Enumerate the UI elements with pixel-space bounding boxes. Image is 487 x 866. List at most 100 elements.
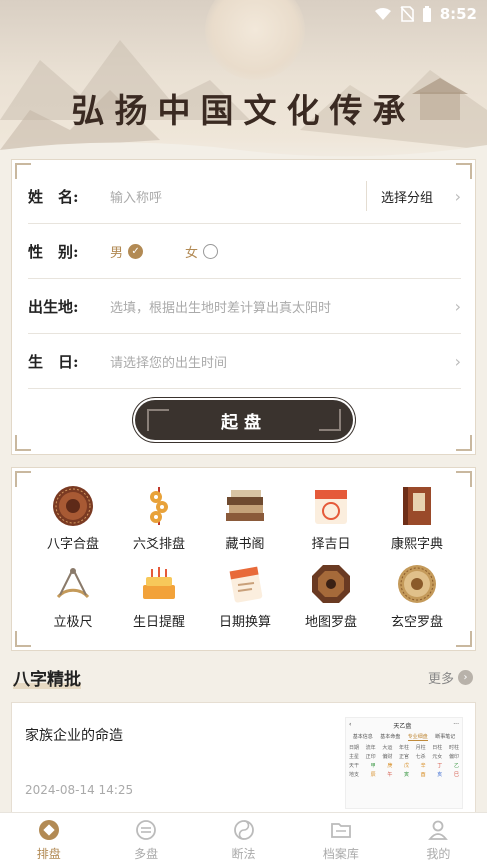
birthplace-input[interactable]: 选填，根据出生地时差计算出真太阳时: [110, 297, 447, 316]
birthplace-label: 出生地:: [28, 297, 79, 316]
tool-label: 玄空罗盘: [390, 615, 443, 630]
name-input[interactable]: 输入称呼: [110, 187, 366, 206]
thumb-cell: 甲: [370, 763, 376, 769]
thumb-cell: 主星: [349, 754, 360, 760]
thumb-cell: 偏财: [382, 754, 393, 760]
tool-birthday-reminder[interactable]: 生日提醒: [116, 562, 202, 630]
select-group-button[interactable]: 选择分组 ›: [365, 181, 461, 211]
article-thumbnail: ‹ 天乙盘 ··· 基本信息 基本命盘 专业细盘 断事笔记 日期 流年 大运 年…: [345, 717, 463, 809]
thumb-tab: 基本信息: [352, 734, 373, 740]
article-card[interactable]: 家族企业的命造 2024-08-14 14:25 ‹ 天乙盘 ··· 基本信息 …: [11, 702, 476, 822]
tool-kangxi-dictionary[interactable]: 康熙字典: [374, 484, 460, 552]
thumb-cell: 酉: [420, 772, 426, 778]
tool-label: 生日提醒: [132, 615, 185, 630]
round-compass-icon: [395, 562, 439, 606]
thumb-title: 天乙盘: [393, 723, 412, 730]
tools-card: 八字合盘 六爻排盘 藏书阁 择吉日 康熙字典 立极尺 生日提醒 日期换算 地图罗…: [11, 467, 476, 651]
tools-grid: 八字合盘 六爻排盘 藏书阁 择吉日 康熙字典 立极尺 生日提醒 日期换算 地图罗…: [30, 484, 460, 630]
thumb-cell: 日柱: [432, 745, 443, 751]
birth-info-form: 姓 名: 输入称呼 选择分组 › 性 别: 男 ✓ 女 出生地: 选填，根据出生…: [11, 159, 476, 455]
thumb-row: 地支 辰 午 寅 酉 亥 巳: [349, 771, 459, 778]
nav-label: 我的: [426, 846, 451, 861]
thumb-cell: 庚: [387, 763, 393, 769]
radio-empty-icon: [203, 243, 219, 259]
thumb-tab: 专业细盘: [407, 734, 428, 741]
fret-ornament-icon: [147, 409, 169, 431]
more-icon: ···: [453, 721, 459, 728]
corner-ornament: [15, 631, 31, 647]
article-title: 家族企业的命造: [25, 728, 123, 744]
start-plate-button[interactable]: 起盘: [135, 400, 353, 440]
thumb-cell: 正印: [365, 754, 376, 760]
thumb-cell: 乙: [453, 763, 459, 769]
nav-item-mine[interactable]: 我的: [390, 813, 487, 866]
nav-label: 档案库: [322, 846, 359, 861]
tool-label: 择吉日: [311, 537, 351, 552]
no-sim-icon: [400, 6, 414, 22]
thumb-cell: 元女: [432, 754, 443, 760]
folder-icon: [329, 818, 353, 842]
gender-label: 性 别:: [28, 242, 79, 261]
birthday-input[interactable]: 请选择您的出生时间: [110, 352, 447, 371]
corner-ornament: [15, 471, 31, 487]
thumb-cell: 地支: [349, 772, 360, 778]
thumb-cell: 月柱: [415, 745, 426, 751]
corner-ornament: [456, 631, 472, 647]
tool-bazi-match[interactable]: 八字合盘: [30, 484, 116, 552]
chevron-right-icon: ›: [454, 351, 461, 371]
yin-yang-icon: [232, 818, 256, 842]
status-bar: 8:52: [374, 0, 487, 28]
tool-label: 地图罗盘: [304, 615, 357, 630]
books-icon: [223, 484, 267, 528]
thumb-cell: 流年: [365, 745, 376, 751]
gender-female-option[interactable]: 女: [185, 242, 219, 261]
tool-map-compass[interactable]: 地图罗盘: [288, 562, 374, 630]
nav-item-paipan[interactable]: 排盘: [0, 813, 97, 866]
bottom-nav: 排盘 多盘 断法 档案库 我的: [0, 812, 487, 866]
nav-label: 断法: [231, 846, 256, 861]
nav-item-archive[interactable]: 档案库: [292, 813, 389, 866]
calendar-icon: [309, 484, 353, 528]
wifi-icon: [374, 8, 391, 20]
chevron-right-icon: ›: [454, 296, 461, 316]
thumb-tab: 断事笔记: [435, 734, 456, 740]
sextant-icon: [51, 562, 95, 606]
tool-label: 日期换算: [218, 615, 271, 630]
more-label: 更多: [427, 672, 454, 687]
nav-item-duopan[interactable]: 多盘: [97, 813, 194, 866]
thumb-cell: 辰: [370, 772, 376, 778]
thumb-tabs: 基本信息 基本命盘 专业细盘 断事笔记: [349, 733, 459, 741]
thumb-cell: 戊: [403, 763, 409, 769]
thumb-cell: 年柱: [398, 745, 409, 751]
article-date: 2024-08-14 14:25: [25, 783, 134, 797]
tool-library[interactable]: 藏书阁: [202, 484, 288, 552]
chevron-right-icon: ›: [454, 186, 461, 206]
corner-ornament: [456, 435, 472, 451]
more-link[interactable]: 更多 ›: [428, 668, 473, 687]
tool-label: 立极尺: [53, 615, 93, 630]
birthday-row[interactable]: 生 日: 请选择您的出生时间 ›: [28, 334, 461, 389]
birthplace-row[interactable]: 出生地: 选填，根据出生地时差计算出真太阳时 ›: [28, 279, 461, 334]
birthday-label: 生 日:: [28, 352, 79, 371]
gender-male-label: 男: [110, 245, 124, 261]
gender-row: 性 别: 男 ✓ 女: [28, 224, 461, 279]
bagua-plate-icon: [51, 484, 95, 528]
thumb-cell: 寅: [403, 772, 409, 778]
tool-auspicious-day[interactable]: 择吉日: [288, 484, 374, 552]
fret-ornament-icon: [319, 409, 341, 431]
tool-date-conversion[interactable]: 日期换算: [202, 562, 288, 630]
tool-xuankong-compass[interactable]: 玄空罗盘: [374, 562, 460, 630]
thumb-cell: 辛: [420, 763, 426, 769]
tool-liji-ruler[interactable]: 立极尺: [30, 562, 116, 630]
tool-label: 八字合盘: [46, 537, 99, 552]
tool-liuyao[interactable]: 六爻排盘: [116, 484, 202, 552]
thumb-header: ‹ 天乙盘 ···: [349, 721, 459, 730]
corner-ornament: [15, 435, 31, 451]
gender-male-option[interactable]: 男 ✓: [110, 242, 144, 261]
birthday-cake-icon: [137, 562, 181, 606]
nav-item-duanfa[interactable]: 断法: [195, 813, 292, 866]
banner-title: 弘扬中国文化传承: [71, 91, 416, 130]
date-convert-icon: [223, 562, 267, 606]
chevron-right-circle-icon: ›: [458, 670, 473, 685]
thumb-cell: 天干: [349, 763, 360, 769]
